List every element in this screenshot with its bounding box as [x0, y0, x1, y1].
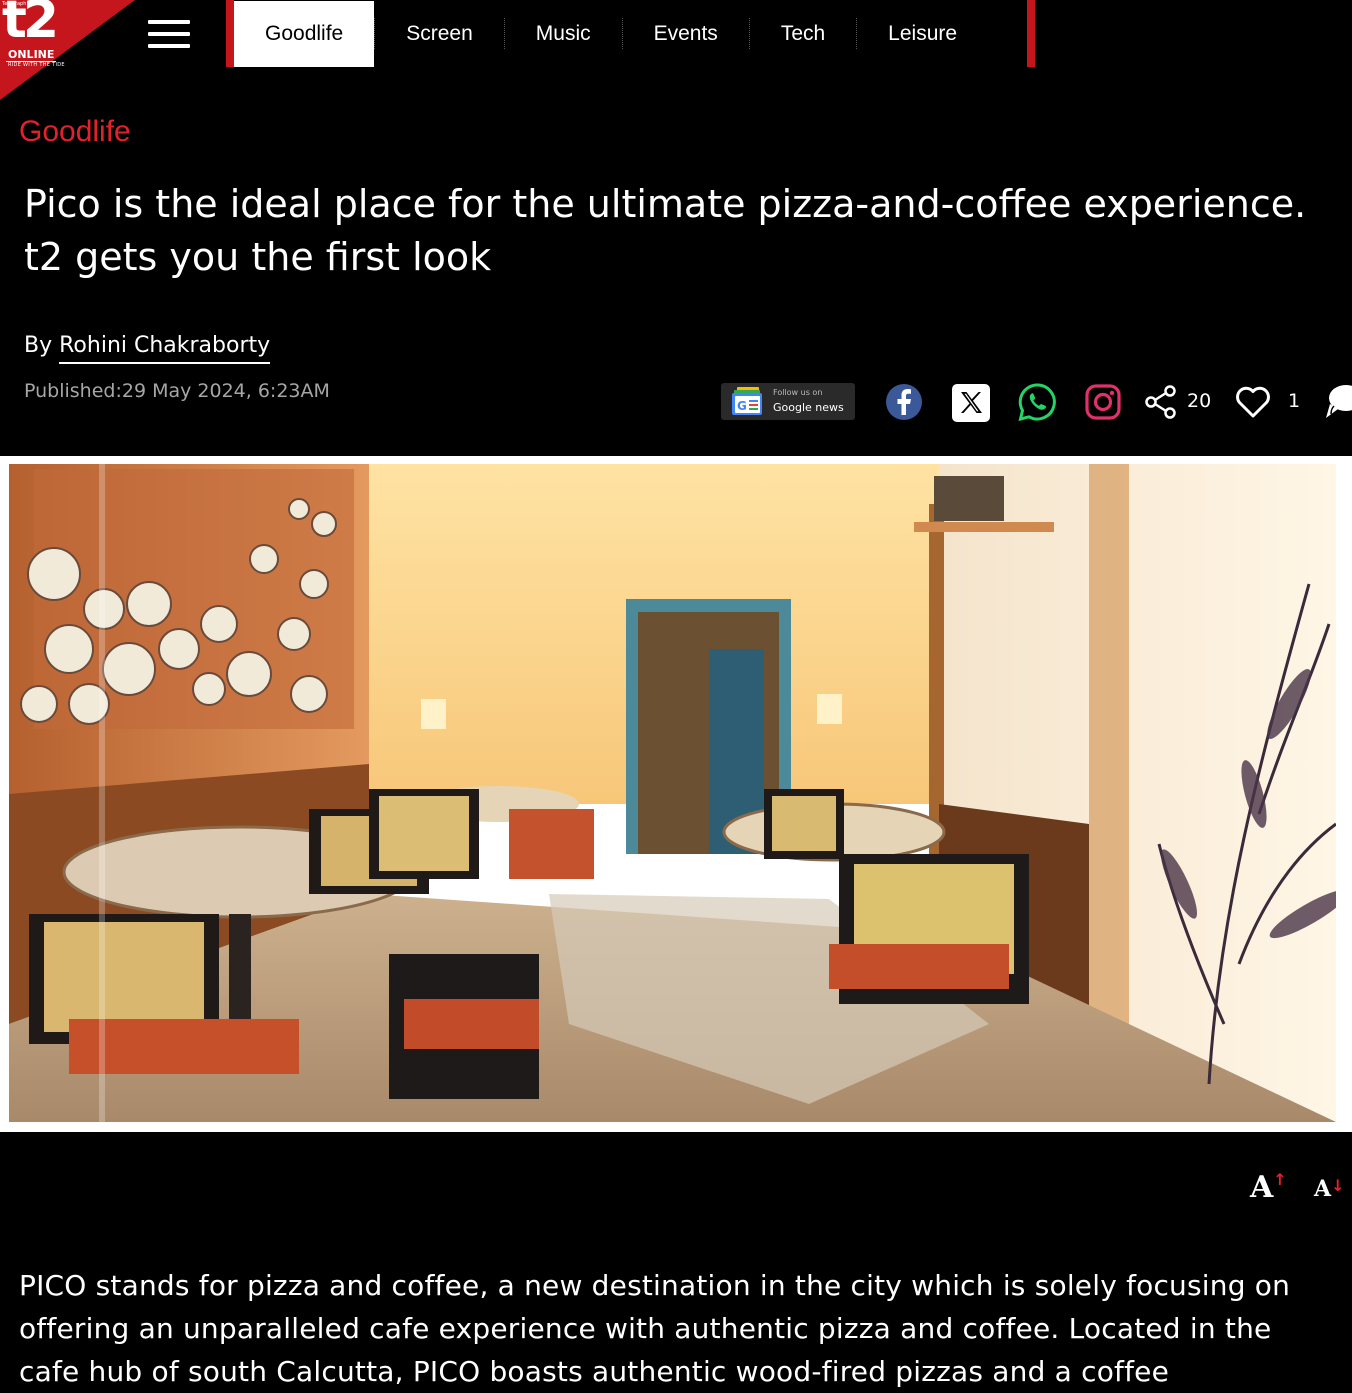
published-date: Published:29 May 2024, 6:23AM	[24, 380, 330, 402]
nav-item-events[interactable]: Events	[623, 0, 749, 67]
facebook-icon[interactable]	[884, 382, 924, 422]
google-news-name: Google news	[773, 401, 844, 414]
nav-item-goodlife[interactable]: Goodlife	[234, 1, 375, 67]
nav-item-music[interactable]: Music	[505, 0, 622, 67]
nav-end-bar	[1027, 0, 1035, 67]
logo-text: t2	[2, 0, 59, 50]
nav-item-tech[interactable]: Tech	[750, 0, 856, 67]
comment-icon[interactable]	[1320, 382, 1352, 422]
font-increase-label: A	[1250, 1170, 1274, 1205]
site-logo[interactable]: Telegraph t2 ONLINE RIDE WITH THE TIDE	[0, 0, 135, 100]
nav-item-leisure[interactable]: Leisure	[857, 0, 988, 67]
instagram-icon[interactable]	[1083, 382, 1123, 422]
font-increase-button[interactable]: A↑	[1250, 1170, 1287, 1205]
x-icon[interactable]	[951, 382, 991, 422]
google-news-button[interactable]: G Follow us on Google news	[721, 383, 855, 420]
article-headline: Pico is the ideal place for the ultimate…	[24, 182, 1307, 279]
article-body: PICO stands for pizza and coffee, a new …	[19, 1269, 1291, 1388]
byline-prefix: By	[24, 333, 53, 358]
logo-tagline: RIDE WITH THE TIDE	[8, 62, 65, 68]
logo-sub: ONLINE	[6, 48, 57, 62]
share-icon[interactable]	[1142, 382, 1182, 422]
whatsapp-icon[interactable]	[1017, 382, 1057, 422]
share-count: 20	[1187, 390, 1212, 412]
heart-icon[interactable]	[1233, 382, 1273, 422]
arrow-down-icon: ↓	[1331, 1176, 1345, 1195]
section-label[interactable]: Goodlife	[19, 115, 131, 149]
google-news-follow-text: Follow us on	[773, 388, 823, 397]
byline: By Rohini Chakraborty	[24, 333, 271, 364]
hero-image	[9, 464, 1336, 1122]
font-decrease-button[interactable]: A↓	[1314, 1176, 1344, 1202]
svg-text:G: G	[737, 399, 747, 413]
like-count: 1	[1288, 390, 1301, 412]
hero-image-frame	[0, 456, 1352, 1132]
font-decrease-label: A	[1314, 1176, 1332, 1202]
author-link[interactable]: Rohini Chakraborty	[59, 333, 271, 364]
nav-item-screen[interactable]: Screen	[375, 0, 504, 67]
arrow-up-icon: ↑	[1273, 1170, 1287, 1189]
google-news-icon: G	[732, 387, 762, 415]
main-nav: Goodlife Screen Music Events Tech Leisur…	[226, 0, 988, 67]
hamburger-icon[interactable]	[148, 20, 190, 48]
